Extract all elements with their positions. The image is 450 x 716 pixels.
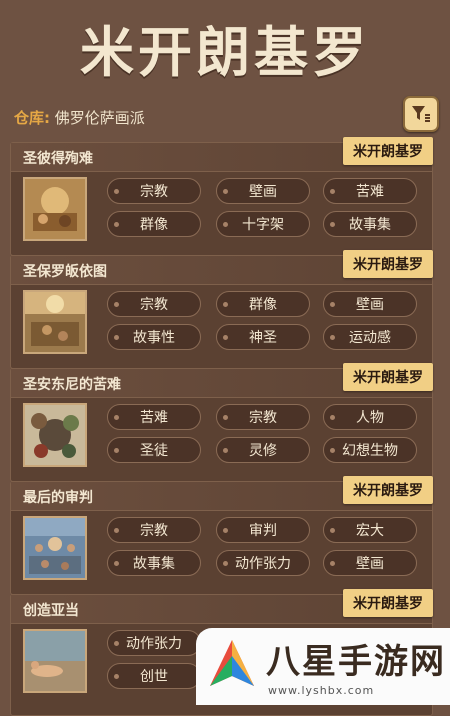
tag-chip[interactable]: 十字架 <box>216 211 310 237</box>
warehouse-label: 仓库: 佛罗伦萨画派 <box>14 107 145 128</box>
tag-chip[interactable]: 苦难 <box>107 404 201 430</box>
tag-chip[interactable]: 故事性 <box>107 324 201 350</box>
page-title: 米开朗基罗 <box>80 20 370 84</box>
tag-chip[interactable]: 群像 <box>107 211 201 237</box>
artwork-thumbnail[interactable] <box>23 403 87 467</box>
tag-chip[interactable]: 圣徒 <box>107 437 201 463</box>
tag-chip[interactable]: 运动感 <box>323 324 417 350</box>
artwork-name: 圣保罗皈依图 <box>23 264 107 280</box>
site-logo-icon <box>210 640 254 686</box>
tag-chip[interactable]: 人物 <box>323 404 417 430</box>
artwork-card[interactable]: 圣安东尼的苦难 米开朗基罗 苦难 宗教 人物 圣徒 灵修 幻想生物 <box>10 363 433 482</box>
artwork-thumbnail[interactable] <box>23 290 87 354</box>
tag-chip[interactable]: 壁画 <box>323 550 417 576</box>
artist-badge: 米开朗基罗 <box>343 589 433 617</box>
artist-badge: 米开朗基罗 <box>343 363 433 391</box>
watermark-url: www.lyshbx.com <box>268 684 375 697</box>
filter-button[interactable] <box>403 96 439 132</box>
tag-chip[interactable]: 群像 <box>216 291 310 317</box>
tag-chip[interactable]: 宗教 <box>107 291 201 317</box>
tag-chip[interactable]: 宗教 <box>107 517 201 543</box>
tag-chip[interactable]: 幻想生物 <box>323 437 417 463</box>
tag-chip[interactable]: 宗教 <box>216 404 310 430</box>
tag-chip[interactable]: 神圣 <box>216 324 310 350</box>
tag-chip[interactable]: 动作张力 <box>107 630 201 656</box>
tag-chip[interactable]: 创世 <box>107 663 201 689</box>
tag-chip[interactable]: 壁画 <box>216 178 310 204</box>
artwork-name: 圣彼得殉难 <box>23 151 93 167</box>
artwork-card[interactable]: 圣保罗皈依图 米开朗基罗 宗教 群像 壁画 故事性 神圣 运动感 <box>10 250 433 369</box>
artwork-thumbnail[interactable] <box>23 516 87 580</box>
tag-chip[interactable]: 审判 <box>216 517 310 543</box>
filter-icon <box>412 106 430 122</box>
artist-badge: 米开朗基罗 <box>343 476 433 504</box>
tag-chip[interactable]: 苦难 <box>323 178 417 204</box>
tag-chip[interactable]: 宗教 <box>107 178 201 204</box>
tag-chip[interactable]: 壁画 <box>323 291 417 317</box>
warehouse-label-value[interactable]: 佛罗伦萨画派 <box>55 109 145 127</box>
artwork-thumbnail[interactable] <box>23 629 87 693</box>
tag-chip[interactable]: 宏大 <box>323 517 417 543</box>
artwork-name: 最后的审判 <box>23 490 93 506</box>
site-watermark: 八星手游网 www.lyshbx.com <box>196 628 450 705</box>
watermark-text: 八星手游网 <box>266 642 446 682</box>
tag-chip[interactable]: 动作张力 <box>216 550 310 576</box>
artist-badge: 米开朗基罗 <box>343 250 433 278</box>
artwork-card[interactable]: 圣彼得殉难 米开朗基罗 宗教 壁画 苦难 群像 十字架 故事集 <box>10 137 433 256</box>
artwork-thumbnail[interactable] <box>23 177 87 241</box>
artwork-card[interactable]: 最后的审判 米开朗基罗 宗教 审判 宏大 故事集 动作张力 壁画 <box>10 476 433 595</box>
tag-chip[interactable]: 灵修 <box>216 437 310 463</box>
artwork-name: 圣安东尼的苦难 <box>23 377 121 393</box>
warehouse-label-key: 仓库: <box>14 109 50 127</box>
tag-chip[interactable]: 故事集 <box>323 211 417 237</box>
tag-chip[interactable]: 故事集 <box>107 550 201 576</box>
artwork-name: 创造亚当 <box>23 603 79 619</box>
artist-badge: 米开朗基罗 <box>343 137 433 165</box>
